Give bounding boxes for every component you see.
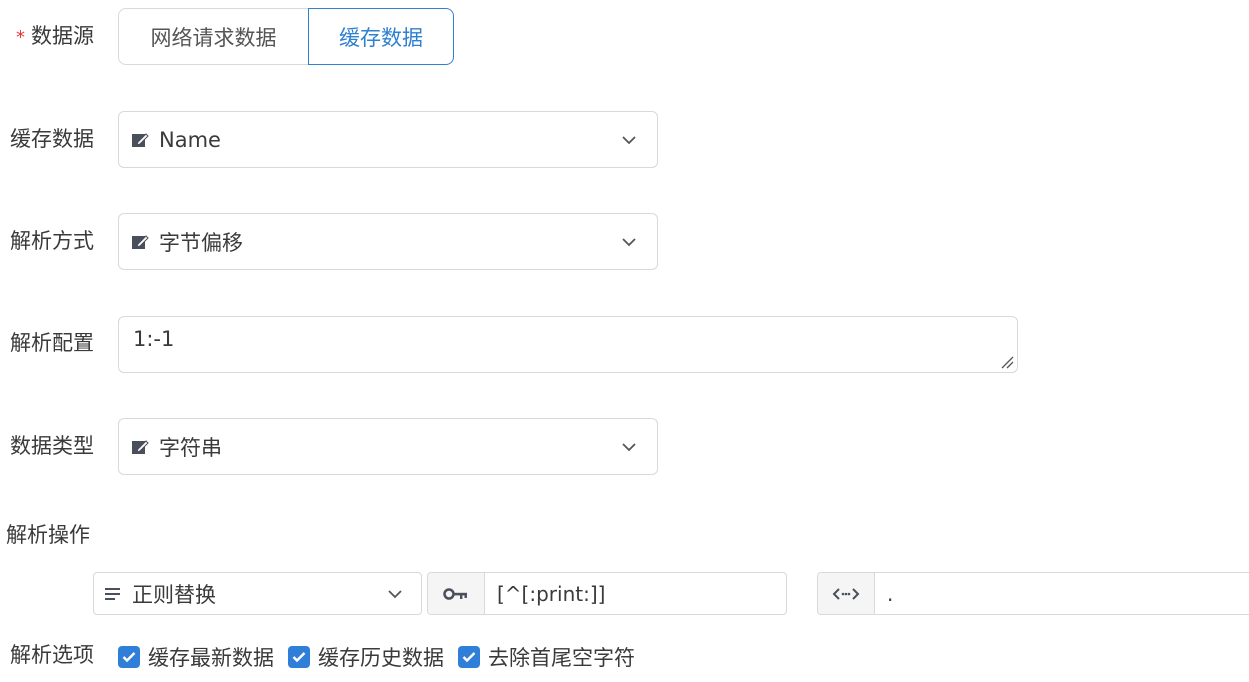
list-icon [105,587,120,600]
chevron-down-icon [622,442,636,451]
source-option-network[interactable]: 网络请求数据 [118,8,308,65]
chevron-down-icon [388,589,402,598]
pattern-input-group: [^[:print:]] [427,572,787,615]
edit-icon [132,234,149,249]
replacement-input-group: . [817,572,1249,615]
data-type-value: 字符串 [159,435,222,460]
parse-options-label: 解析选项 [10,643,94,667]
resize-handle-icon[interactable] [1000,355,1014,369]
source-option-cache[interactable]: 缓存数据 [308,8,454,65]
pattern-input[interactable]: [^[:print:]] [485,573,786,614]
code-icon [832,587,860,600]
checkbox-checked-icon[interactable] [288,646,310,668]
edit-icon [132,439,149,454]
option-label: 缓存历史数据 [318,646,444,670]
parse-config-textarea[interactable]: 1:-1 [118,316,1018,373]
source-label-text: 数据源 [31,24,94,48]
data-type-label: 数据类型 [10,434,94,458]
option-cache-latest[interactable]: 缓存最新数据 [118,642,274,672]
parse-options-group: 缓存最新数据 缓存历史数据 去除首尾空字符 [118,642,649,672]
replacement-addon [818,573,875,614]
option-trim-whitespace[interactable]: 去除首尾空字符 [458,642,635,672]
checkbox-checked-icon[interactable] [118,646,140,668]
replacement-input[interactable]: . [875,573,1249,614]
key-icon [443,587,467,600]
parse-method-label: 解析方式 [10,229,94,253]
checkbox-checked-icon[interactable] [458,646,480,668]
data-type-select[interactable]: 字符串 [118,418,658,475]
option-cache-history[interactable]: 缓存历史数据 [288,642,444,672]
parse-operation-value: 正则替换 [132,582,216,607]
required-mark: * [16,27,25,48]
cache-data-select[interactable]: Name [118,111,658,168]
pattern-addon [428,573,485,614]
parse-method-select[interactable]: 字节偏移 [118,213,658,270]
chevron-down-icon [622,135,636,144]
cache-data-value: Name [159,127,221,152]
parse-operation-select[interactable]: 正则替换 [93,572,422,615]
option-label: 去除首尾空字符 [488,646,635,670]
source-toggle: 网络请求数据 缓存数据 [118,8,454,65]
parse-action-label: 解析操作 [6,523,90,547]
parse-config-value: 1:-1 [133,327,175,351]
option-label: 缓存最新数据 [148,646,274,670]
parse-method-value: 字节偏移 [159,230,243,255]
source-label: * 数据源 [16,22,94,52]
cache-data-label: 缓存数据 [10,127,94,151]
parse-config-label: 解析配置 [10,331,94,355]
edit-icon [132,132,149,147]
chevron-down-icon [622,237,636,246]
